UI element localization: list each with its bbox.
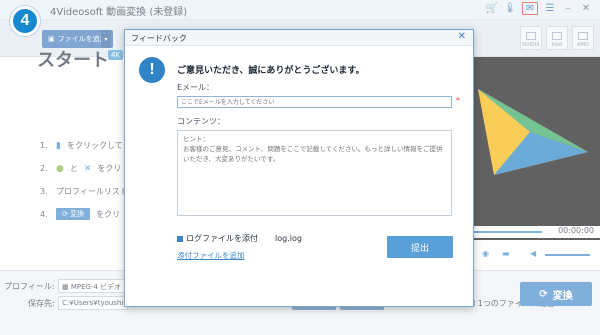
dialog-title: フィードバック xyxy=(131,34,187,43)
content-label: コンテンツ： xyxy=(177,117,225,126)
close-icon[interactable]: ✕ xyxy=(458,31,466,42)
log-checkbox[interactable] xyxy=(177,235,183,242)
log-file-name: log.log xyxy=(275,234,302,243)
email-label: Eメール： xyxy=(177,83,215,92)
dialog-heading: ご意見いただき、誠にありがとうございます。 xyxy=(177,66,365,76)
email-field[interactable] xyxy=(177,96,452,108)
feedback-dialog: フィードバック ✕ ! ご意見いただき、誠にありがとうございます。 Eメール： … xyxy=(124,29,474,307)
dialog-header: フィードバック ✕ xyxy=(125,30,473,46)
add-attachment-link[interactable]: 添付ファイルを追加 xyxy=(177,250,245,261)
log-attach-row: ログファイルを添付 log.log xyxy=(177,233,302,244)
app-logo: 4 xyxy=(10,6,40,36)
info-icon: ! xyxy=(139,57,165,83)
content-field[interactable] xyxy=(177,130,452,216)
required-mark: * xyxy=(456,96,460,105)
submit-button[interactable]: 提出 xyxy=(387,236,453,258)
log-label: ログファイルを添付 xyxy=(186,234,258,243)
